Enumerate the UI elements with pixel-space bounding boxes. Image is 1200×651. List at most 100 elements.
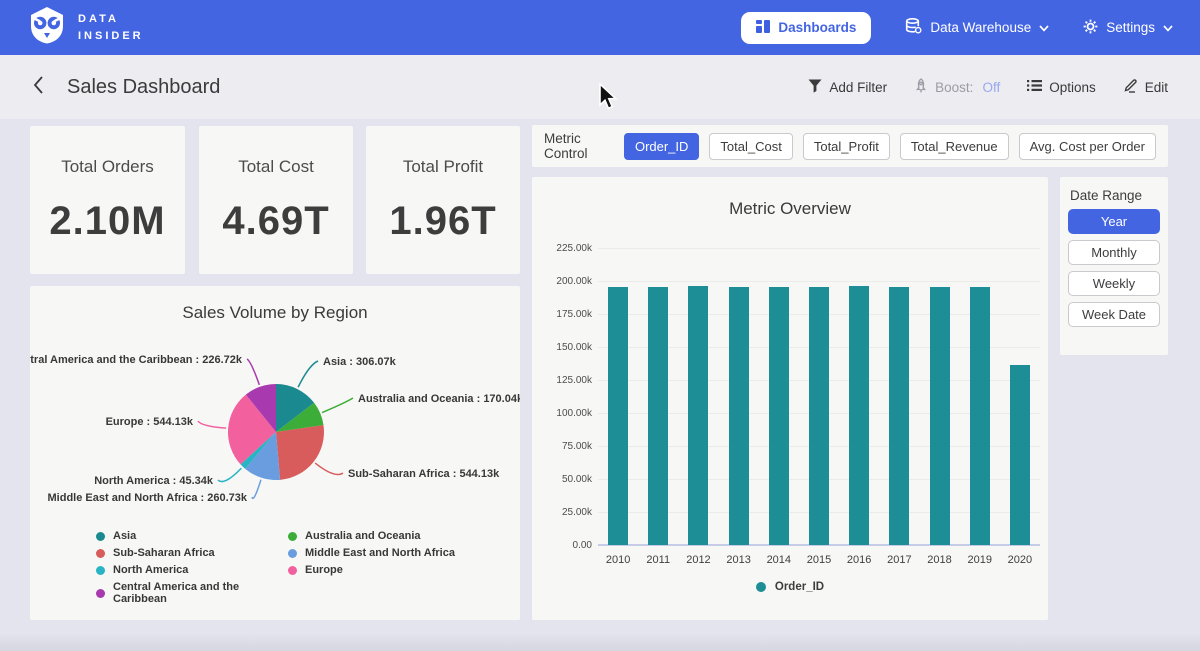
pie-legend-item-asia[interactable]: Asia <box>96 530 288 542</box>
kpi-card-total-orders: Total Orders 2.10M <box>30 126 185 274</box>
pie-chart-card: Sales Volume by Region Asia : 306.07k Aus… <box>30 286 520 620</box>
header-actions: Add Filter Boost:Off <box>808 78 1168 96</box>
x-axis-tick: 2013 <box>719 554 759 566</box>
kpi-card-total-cost: Total Cost 4.69T <box>199 126 353 274</box>
legend-label: North America <box>113 564 188 576</box>
y-axis-tick: 25.00k <box>540 507 592 518</box>
legend-dot <box>96 532 105 541</box>
pie-legend-item-north-america[interactable]: North America <box>96 564 288 576</box>
dashboards-button[interactable]: Dashboards <box>741 12 871 44</box>
pie-label-north-america: North America : 45.34k <box>94 475 214 487</box>
metric-chip-total-revenue[interactable]: Total_Revenue <box>900 133 1009 160</box>
bar-2018[interactable] <box>930 287 950 545</box>
legend-dot <box>756 582 766 592</box>
bar-2015[interactable] <box>809 287 829 545</box>
pie-label-line <box>298 361 318 387</box>
legend-label: Central America and the Caribbean <box>113 581 288 605</box>
chevron-down-icon <box>1163 20 1173 35</box>
legend-label: Order_ID <box>775 581 824 593</box>
date-range-card: Date Range Year Monthly Weekly Week Date <box>1060 177 1168 355</box>
bar-2020[interactable] <box>1010 365 1030 545</box>
bar-chart[interactable]: 225.00k200.00k175.00k150.00k125.00k100.0… <box>532 177 1048 620</box>
pie-legend-item-middle-east-and-north-africa[interactable]: Middle East and North Africa <box>288 547 455 559</box>
options-button[interactable]: Options <box>1027 79 1096 95</box>
x-axis-tick: 2016 <box>839 554 879 566</box>
pie-slice-sub-saharan-africa[interactable] <box>276 425 324 480</box>
pie-label-line <box>218 468 241 481</box>
date-range-label: Date Range <box>1060 177 1168 203</box>
date-range-options: Year Monthly Weekly Week Date <box>1060 209 1168 327</box>
rocket-icon <box>914 78 928 96</box>
pie-label-central-america-and-the-caribbean: Central America and the Caribbean : 226.… <box>30 354 243 366</box>
brand-logo: DATA INSIDER <box>27 6 144 49</box>
kpi-label: Total Cost <box>238 157 314 177</box>
bar-2010[interactable] <box>608 287 628 545</box>
pie-legend: AsiaAustralia and Oceania Sub-Saharan Afr… <box>96 530 455 605</box>
metric-chip-total-profit[interactable]: Total_Profit <box>803 133 890 160</box>
y-axis-tick: 75.00k <box>540 441 592 452</box>
bar-2016[interactable] <box>849 286 869 545</box>
date-range-week-date[interactable]: Week Date <box>1068 302 1160 327</box>
pie-label-middle-east-and-north-africa: Middle East and North Africa : 260.73k <box>48 492 248 504</box>
y-axis-tick: 50.00k <box>540 474 592 485</box>
date-range-year[interactable]: Year <box>1068 209 1160 234</box>
back-button[interactable] <box>32 75 44 100</box>
bar-2012[interactable] <box>688 286 708 545</box>
metric-chip-order-id[interactable]: Order_ID <box>624 133 699 160</box>
y-axis-tick: 200.00k <box>540 276 592 287</box>
metric-chip-avg-cost-per-order[interactable]: Avg. Cost per Order <box>1019 133 1156 160</box>
page-header: Sales Dashboard Add Filter Boost:Off <box>0 55 1200 119</box>
x-axis-tick: 2019 <box>960 554 1000 566</box>
y-axis-tick: 0.00 <box>540 540 592 551</box>
pie-label-europe: Europe : 544.13k <box>106 416 194 428</box>
date-range-monthly[interactable]: Monthly <box>1068 240 1160 265</box>
bar-2013[interactable] <box>729 287 749 545</box>
dashboards-grid-icon <box>756 20 770 36</box>
pie-label-line <box>322 398 353 413</box>
legend-dot <box>96 589 105 598</box>
metric-control-bar: Metric Control Order_IDTotal_CostTotal_P… <box>532 125 1168 167</box>
data-warehouse-menu[interactable]: Data Warehouse <box>905 18 1049 37</box>
legend-dot <box>96 566 105 575</box>
y-axis-tick: 225.00k <box>540 243 592 254</box>
pie-chart-title: Sales Volume by Region <box>30 303 520 323</box>
kpi-value: 1.96T <box>389 199 496 244</box>
legend-dot <box>288 549 297 558</box>
x-axis-tick: 2011 <box>638 554 678 566</box>
bar-2011[interactable] <box>648 287 668 545</box>
pie-label-line <box>198 421 226 428</box>
options-list-icon <box>1027 79 1042 95</box>
bar-2017[interactable] <box>889 287 909 545</box>
pie-label-line <box>252 480 261 499</box>
edit-button[interactable]: Edit <box>1123 78 1168 96</box>
pie-legend-item-australia-and-oceania[interactable]: Australia and Oceania <box>288 530 455 542</box>
gridline <box>598 281 1040 282</box>
pie-legend-item-europe[interactable]: Europe <box>288 564 455 576</box>
x-axis-tick: 2014 <box>759 554 799 566</box>
legend-dot <box>288 566 297 575</box>
kpi-value: 2.10M <box>49 199 165 244</box>
kpi-label: Total Orders <box>61 157 154 177</box>
x-axis-tick: 2015 <box>799 554 839 566</box>
bar-2014[interactable] <box>769 287 789 545</box>
bar-2019[interactable] <box>970 287 990 545</box>
dashboards-label: Dashboards <box>778 20 856 35</box>
legend-dot <box>288 532 297 541</box>
boost-toggle[interactable]: Boost:Off <box>914 78 1000 96</box>
settings-menu[interactable]: Settings <box>1083 19 1173 37</box>
legend-label: Sub-Saharan Africa <box>113 547 215 559</box>
date-range-weekly[interactable]: Weekly <box>1068 271 1160 296</box>
add-filter-button[interactable]: Add Filter <box>808 79 887 96</box>
kpi-label: Total Profit <box>403 157 483 177</box>
pie-legend-item-central-america-and-the-caribbean[interactable]: Central America and the Caribbean <box>96 581 288 605</box>
bottom-edge <box>0 633 1200 651</box>
database-icon <box>905 18 922 37</box>
bar-chart-card: Metric Overview 225.00k200.00k175.00k150… <box>532 177 1048 620</box>
brand-name: DATA INSIDER <box>78 11 144 44</box>
x-axis-tick: 2010 <box>598 554 638 566</box>
metric-chip-total-cost[interactable]: Total_Cost <box>709 133 792 160</box>
gridline <box>598 248 1040 249</box>
pie-legend-item-sub-saharan-africa[interactable]: Sub-Saharan Africa <box>96 547 288 559</box>
y-axis-tick: 100.00k <box>540 408 592 419</box>
pie-label-asia: Asia : 306.07k <box>323 356 397 368</box>
